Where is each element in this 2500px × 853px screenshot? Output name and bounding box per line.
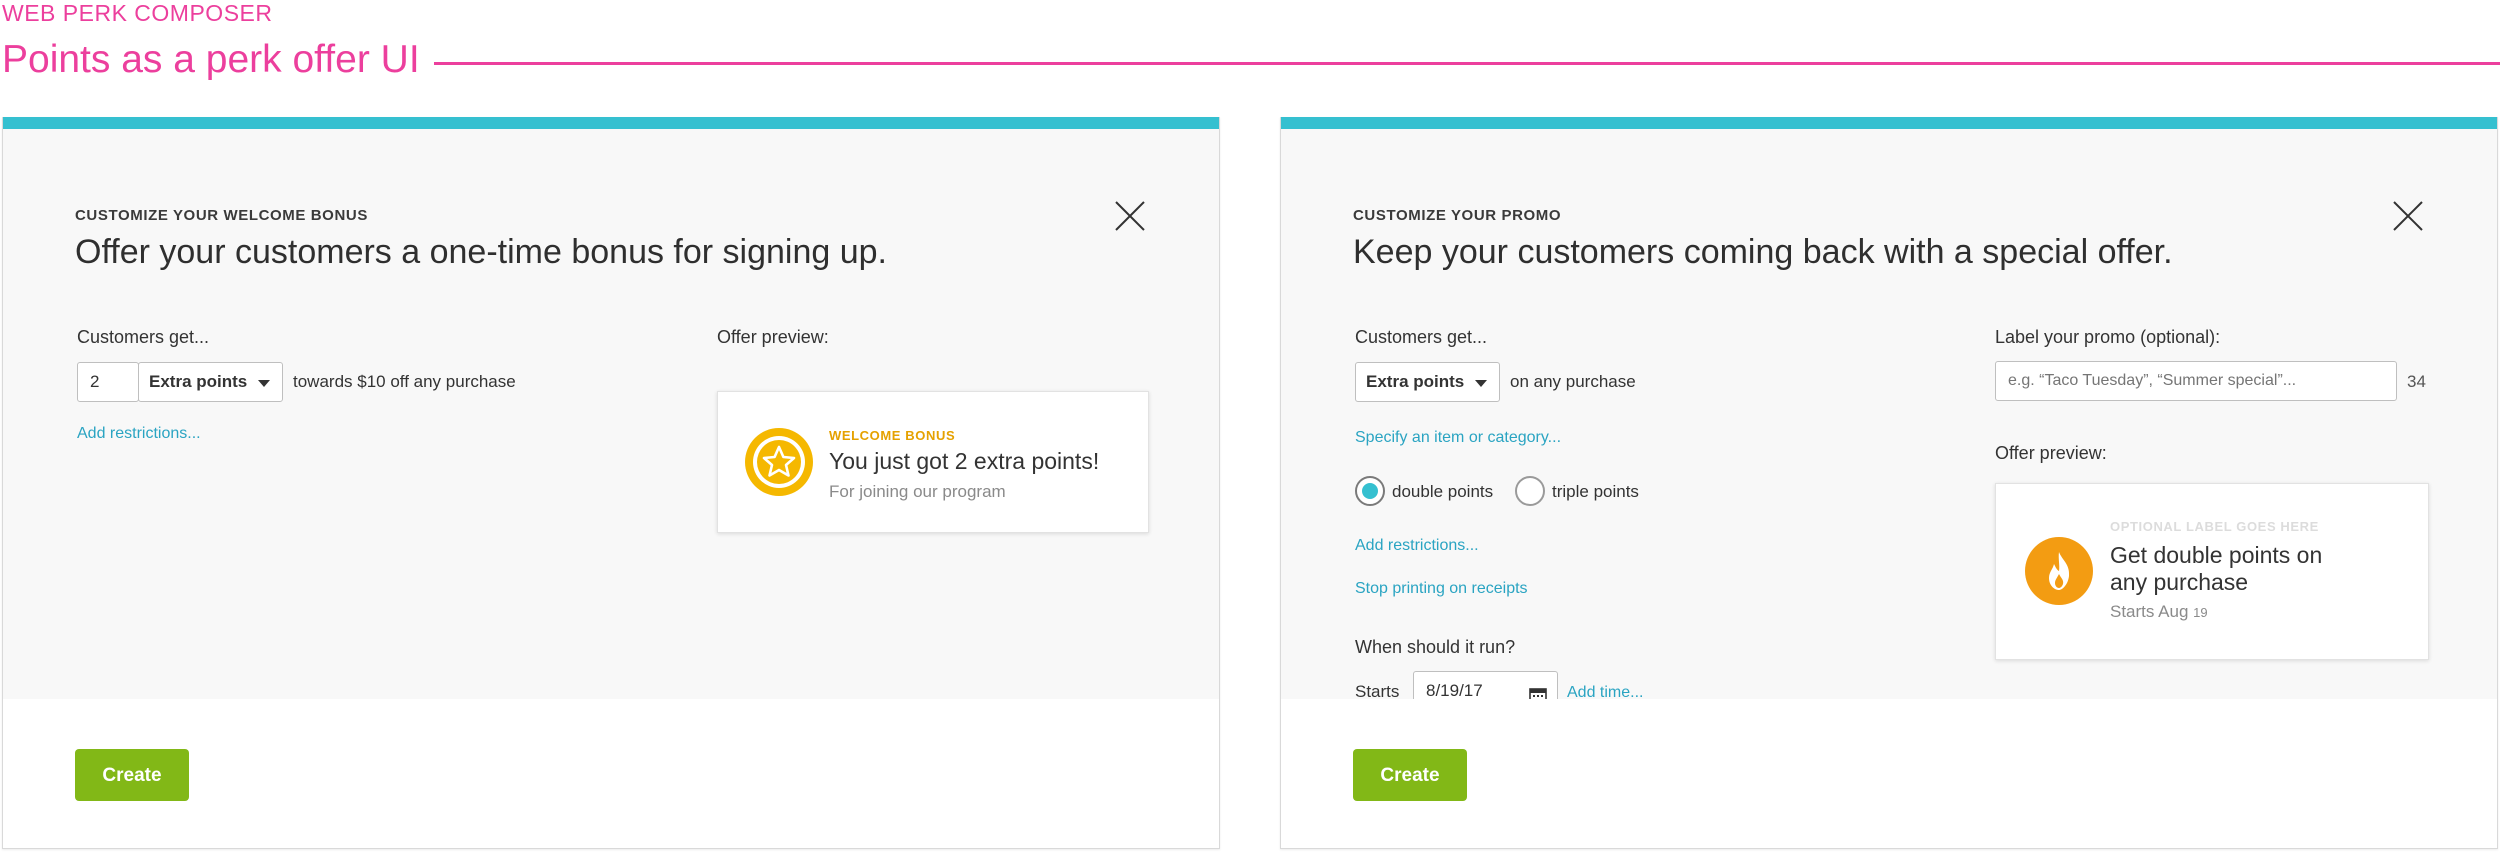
panel-accent-bar bbox=[1281, 117, 2497, 129]
panel-headline: Keep your customers coming back with a s… bbox=[1353, 233, 2173, 271]
towards-text: towards $10 off any purchase bbox=[293, 372, 516, 391]
radio-triple-points[interactable] bbox=[1515, 476, 1545, 506]
reward-type-selected: Extra points bbox=[1366, 372, 1465, 391]
panel-accent-bar bbox=[3, 117, 1219, 129]
title-rule bbox=[434, 62, 2500, 65]
start-date-input[interactable]: 8/19/17 bbox=[1413, 671, 1558, 699]
panel-footer: Create bbox=[1281, 699, 2497, 848]
welcome-bonus-panel: CUSTOMIZE YOUR WELCOME BONUS Offer your … bbox=[2, 117, 1220, 849]
calendar-icon[interactable] bbox=[1529, 682, 1547, 699]
panel-body: CUSTOMIZE YOUR PROMO Keep your customers… bbox=[1281, 129, 2497, 699]
promo-label-title: Label your promo (optional): bbox=[1995, 327, 2221, 347]
offer-preview-card: OPTIONAL LABEL GOES HERE Get double poin… bbox=[1995, 483, 2429, 660]
offer-preview-card: WELCOME BONUS You just got 2 extra point… bbox=[717, 391, 1149, 533]
offer-preview-label: Offer preview: bbox=[717, 327, 829, 347]
radio-label-double: double points bbox=[1392, 482, 1494, 501]
panel-body: CUSTOMIZE YOUR WELCOME BONUS Offer your … bbox=[3, 129, 1219, 699]
close-icon[interactable] bbox=[1113, 199, 1147, 233]
reward-type-dropdown[interactable]: Extra points bbox=[1355, 362, 1500, 402]
add-restrictions-link[interactable]: Add restrictions... bbox=[77, 425, 201, 443]
preview-subtitle-day: 19 bbox=[2193, 605, 2208, 620]
preview-subtitle: Starts Aug 19 bbox=[2110, 602, 2208, 622]
promo-panel: CUSTOMIZE YOUR PROMO Keep your customers… bbox=[1280, 117, 2498, 849]
chevron-down-icon bbox=[258, 380, 270, 387]
page-title: Points as a perk offer UI bbox=[2, 38, 420, 81]
close-icon[interactable] bbox=[2391, 199, 2425, 233]
customers-get-label: Customers get... bbox=[1355, 327, 1488, 347]
start-date-value: 8/19/17 bbox=[1426, 681, 1483, 699]
when-label: When should it run? bbox=[1355, 637, 1516, 657]
reward-type-dropdown[interactable]: Extra points bbox=[138, 362, 283, 402]
preview-title: Get double points on any purchase bbox=[2110, 542, 2323, 595]
starts-label: Starts bbox=[1355, 682, 1400, 699]
flame-icon bbox=[2024, 536, 2094, 606]
on-purchase-text: on any purchase bbox=[1510, 372, 1636, 391]
preview-subtitle: For joining our program bbox=[829, 482, 1006, 501]
radio-label-triple: triple points bbox=[1552, 482, 1639, 501]
panel-kicker: CUSTOMIZE YOUR PROMO bbox=[1353, 207, 1562, 224]
panel-headline: Offer your customers a one-time bonus fo… bbox=[75, 233, 887, 271]
create-button[interactable]: Create bbox=[1353, 749, 1467, 801]
preview-subtitle-prefix: Starts Aug bbox=[2110, 602, 2194, 621]
add-restrictions-link[interactable]: Add restrictions... bbox=[1355, 537, 1479, 555]
create-button[interactable]: Create bbox=[75, 749, 189, 801]
specify-item-link[interactable]: Specify an item or category... bbox=[1355, 429, 1561, 447]
add-time-link[interactable]: Add time... bbox=[1567, 684, 1643, 699]
char-count: 34 bbox=[2407, 372, 2426, 391]
stop-printing-link[interactable]: Stop printing on receipts bbox=[1355, 580, 1528, 598]
preview-title: You just got 2 extra points! bbox=[829, 448, 1100, 474]
offer-preview-label: Offer preview: bbox=[1995, 443, 2107, 463]
chevron-down-icon bbox=[1475, 380, 1487, 387]
radio-double-points[interactable] bbox=[1355, 476, 1385, 506]
panel-kicker: CUSTOMIZE YOUR WELCOME BONUS bbox=[75, 207, 368, 224]
star-badge-icon bbox=[744, 427, 814, 497]
composer-eyebrow: WEB PERK COMPOSER bbox=[2, 0, 273, 26]
preview-kicker: OPTIONAL LABEL GOES HERE bbox=[2110, 519, 2319, 534]
reward-type-selected: Extra points bbox=[149, 372, 248, 391]
customers-get-label: Customers get... bbox=[77, 327, 210, 347]
promo-label-input[interactable] bbox=[1995, 361, 2397, 401]
bonus-amount-input[interactable]: 2 bbox=[77, 362, 139, 402]
preview-kicker: WELCOME BONUS bbox=[829, 428, 956, 443]
panel-footer: Create bbox=[3, 699, 1219, 848]
